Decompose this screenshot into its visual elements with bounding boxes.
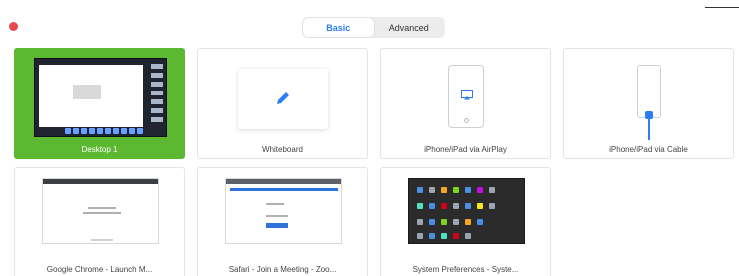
join-button-preview [266,223,288,228]
system-preferences-thumbnail [408,178,525,244]
airplay-icon [461,90,473,100]
share-tile-iphone-airplay[interactable]: iPhone/iPad via AirPlay [380,48,551,159]
share-tile-iphone-cable[interactable]: iPhone/iPad via Cable [563,48,734,159]
tab-advanced[interactable]: Advanced [374,18,445,37]
window-titlebar [43,179,158,184]
desktop-side-icons [151,64,163,123]
share-type-segmented-control: Basic Advanced [302,17,445,38]
tile-label: Desktop 1 [81,145,118,154]
tile-label: Google Chrome - Launch M... [46,265,153,274]
text-line [91,239,113,241]
share-tile-system-preferences[interactable]: System Preferences - Syste... [380,167,551,276]
share-source-grid: Desktop 1 Whiteboard iPhone/iPad via Air… [14,48,739,276]
share-tile-safari[interactable]: Safari - Join a Meeting - Zoo... [197,167,368,276]
close-window-button[interactable] [9,22,18,31]
desktop-dock [65,128,143,134]
whiteboard-card [238,69,328,129]
chrome-window-thumbnail [42,178,159,244]
iphone-thumbnail [448,65,484,128]
nav-bar [230,188,338,191]
tile-label: iPhone/iPad via Cable [609,145,688,154]
tile-label: Safari - Join a Meeting - Zoo... [228,265,337,274]
share-tile-google-chrome[interactable]: Google Chrome - Launch M... [14,167,185,276]
tile-label: Whiteboard [262,145,303,154]
text-line [266,203,284,205]
desktop-dialog-preview [73,85,101,99]
text-line [88,207,116,209]
corner-divider [705,7,739,8]
safari-window-thumbnail [225,178,342,244]
text-line [266,215,288,217]
cable-icon [648,118,650,140]
share-tile-desktop-1[interactable]: Desktop 1 [14,48,185,159]
tile-label: iPhone/iPad via AirPlay [424,145,507,154]
share-tile-whiteboard[interactable]: Whiteboard [197,48,368,159]
home-button-icon [464,118,469,123]
tab-basic[interactable]: Basic [303,18,374,37]
desktop-thumbnail [34,58,167,137]
window-titlebar [226,179,341,184]
tile-label: System Preferences - Syste... [412,265,519,274]
text-line [83,212,121,214]
pencil-icon [277,92,289,104]
